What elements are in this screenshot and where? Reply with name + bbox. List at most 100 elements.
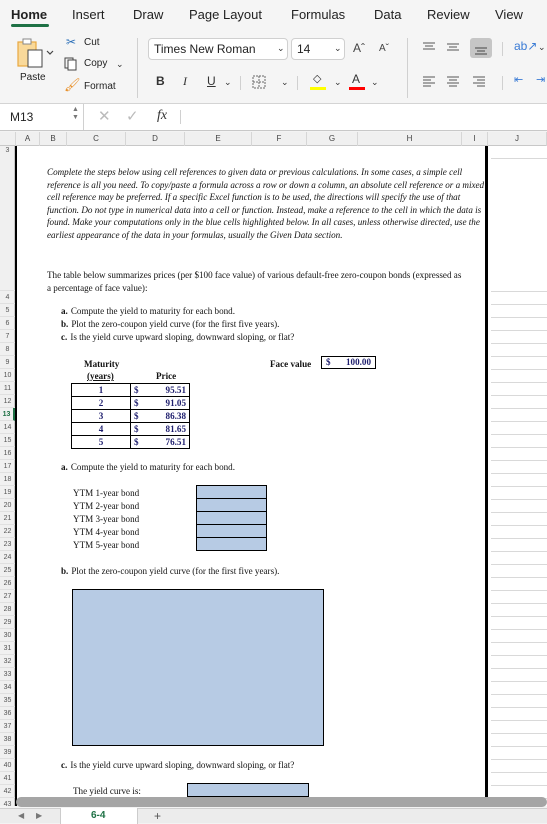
sheet-tab-6-4[interactable]: 6-4: [60, 808, 138, 824]
chevron-down-icon[interactable]: ⌄: [281, 77, 289, 88]
add-sheet-button[interactable]: +: [154, 809, 161, 823]
maturity-cell[interactable]: 3: [71, 409, 131, 423]
tab-data[interactable]: Data: [374, 7, 401, 22]
row-header-41[interactable]: 41: [0, 772, 15, 785]
bold-button[interactable]: B: [156, 74, 165, 88]
worksheet[interactable]: Complete the steps below using cell refe…: [15, 146, 547, 806]
row-header-32[interactable]: 32: [0, 655, 15, 668]
name-box-stepper-icon[interactable]: ▲ ▼: [72, 106, 79, 122]
ytm-input-cell[interactable]: [196, 485, 267, 499]
column-header-a[interactable]: A: [16, 132, 40, 146]
align-bottom-button[interactable]: [470, 38, 492, 58]
row-header-3[interactable]: 3: [0, 146, 15, 291]
yield-curve-answer-cell[interactable]: [187, 783, 309, 797]
row-header-16[interactable]: 16: [0, 447, 15, 460]
column-header-b[interactable]: B: [40, 132, 67, 146]
chevron-down-icon[interactable]: ⌄: [334, 77, 342, 88]
row-header-17[interactable]: 17: [0, 460, 15, 473]
row-header-6[interactable]: 6: [0, 317, 15, 330]
column-header-j[interactable]: J: [488, 132, 547, 146]
increase-font-size-button[interactable]: Aˆ: [353, 41, 365, 55]
yield-curve-chart-area[interactable]: [72, 589, 324, 746]
price-cell[interactable]: $76.51: [130, 435, 190, 449]
cancel-icon[interactable]: ✕: [98, 107, 111, 125]
insert-function-button[interactable]: fx: [157, 108, 167, 124]
row-header-25[interactable]: 25: [0, 564, 15, 577]
format-painter-button[interactable]: 🖌 Format: [64, 77, 124, 93]
align-center-icon[interactable]: [446, 75, 460, 87]
row-header-15[interactable]: 15: [0, 434, 15, 447]
row-header-39[interactable]: 39: [0, 746, 15, 759]
tab-review[interactable]: Review: [427, 7, 470, 22]
tab-draw[interactable]: Draw: [133, 7, 163, 22]
increase-indent-icon[interactable]: ⇥: [536, 73, 545, 86]
row-header-20[interactable]: 20: [0, 499, 15, 512]
tab-page-layout[interactable]: Page Layout: [189, 7, 262, 22]
row-header-23[interactable]: 23: [0, 538, 15, 551]
face-value-cell[interactable]: $ 100.00: [321, 356, 376, 369]
column-header-i[interactable]: I: [462, 132, 488, 146]
enter-icon[interactable]: ✓: [126, 107, 139, 125]
ytm-input-cell[interactable]: [196, 511, 267, 525]
chevron-down-icon[interactable]: ⌄: [538, 42, 546, 53]
row-header-10[interactable]: 10: [0, 369, 15, 382]
tab-formulas[interactable]: Formulas: [291, 7, 345, 22]
column-header-c[interactable]: C: [67, 132, 126, 146]
maturity-cell[interactable]: 2: [71, 396, 131, 410]
orientation-icon[interactable]: ab↗: [514, 39, 537, 53]
fill-color-button[interactable]: ◇: [310, 72, 330, 92]
price-cell[interactable]: $91.05: [130, 396, 190, 410]
row-header-12[interactable]: 12: [0, 395, 15, 408]
row-header-28[interactable]: 28: [0, 603, 15, 616]
tab-insert[interactable]: Insert: [72, 7, 105, 22]
row-header-18[interactable]: 18: [0, 473, 15, 486]
row-header-4[interactable]: 4: [0, 291, 15, 304]
font-color-button[interactable]: A: [349, 72, 367, 92]
row-header-22[interactable]: 22: [0, 525, 15, 538]
row-header-31[interactable]: 31: [0, 642, 15, 655]
row-header-5[interactable]: 5: [0, 304, 15, 317]
underline-button[interactable]: U: [207, 74, 216, 88]
row-header-9[interactable]: 9: [0, 356, 15, 369]
row-header-36[interactable]: 36: [0, 707, 15, 720]
column-header-d[interactable]: D: [126, 132, 185, 146]
font-name-select[interactable]: Times New Roman ⌄: [148, 38, 288, 60]
cut-button[interactable]: ✂ Cut: [64, 35, 114, 50]
row-header-11[interactable]: 11: [0, 382, 15, 395]
copy-button[interactable]: Copy ⌄: [64, 57, 126, 71]
price-cell[interactable]: $86.38: [130, 409, 190, 423]
align-left-icon[interactable]: [422, 75, 436, 87]
row-header-29[interactable]: 29: [0, 616, 15, 629]
tab-home[interactable]: Home: [11, 7, 47, 22]
horizontal-scrollbar[interactable]: [16, 797, 547, 807]
maturity-cell[interactable]: 1: [71, 383, 131, 397]
row-header-42[interactable]: 42: [0, 785, 15, 798]
row-header-24[interactable]: 24: [0, 551, 15, 564]
prev-sheet-icon[interactable]: ◀: [18, 811, 24, 820]
row-header-40[interactable]: 40: [0, 759, 15, 772]
underline-chevron-icon[interactable]: ⌄: [224, 77, 232, 88]
row-header-14[interactable]: 14: [0, 421, 15, 434]
row-header-26[interactable]: 26: [0, 577, 15, 590]
price-cell[interactable]: $95.51: [130, 383, 190, 397]
chevron-down-icon[interactable]: ⌄: [371, 77, 379, 88]
column-header-f[interactable]: F: [252, 132, 307, 146]
price-cell[interactable]: $81.65: [130, 422, 190, 436]
maturity-cell[interactable]: 4: [71, 422, 131, 436]
row-header-19[interactable]: 19: [0, 486, 15, 499]
row-header-21[interactable]: 21: [0, 512, 15, 525]
row-header-35[interactable]: 35: [0, 694, 15, 707]
name-box[interactable]: M13 ▲ ▼: [0, 104, 84, 130]
ytm-input-cell[interactable]: [196, 498, 267, 512]
next-sheet-icon[interactable]: ▶: [36, 811, 42, 820]
row-header-38[interactable]: 38: [0, 733, 15, 746]
ytm-input-cell[interactable]: [196, 524, 267, 538]
align-right-icon[interactable]: [472, 75, 486, 87]
paste-button[interactable]: [14, 36, 54, 72]
maturity-cell[interactable]: 5: [71, 435, 131, 449]
column-header-g[interactable]: G: [307, 132, 358, 146]
align-middle-icon[interactable]: [446, 41, 460, 53]
row-header-30[interactable]: 30: [0, 629, 15, 642]
ytm-input-cell[interactable]: [196, 537, 267, 551]
column-header-h[interactable]: H: [358, 132, 462, 146]
